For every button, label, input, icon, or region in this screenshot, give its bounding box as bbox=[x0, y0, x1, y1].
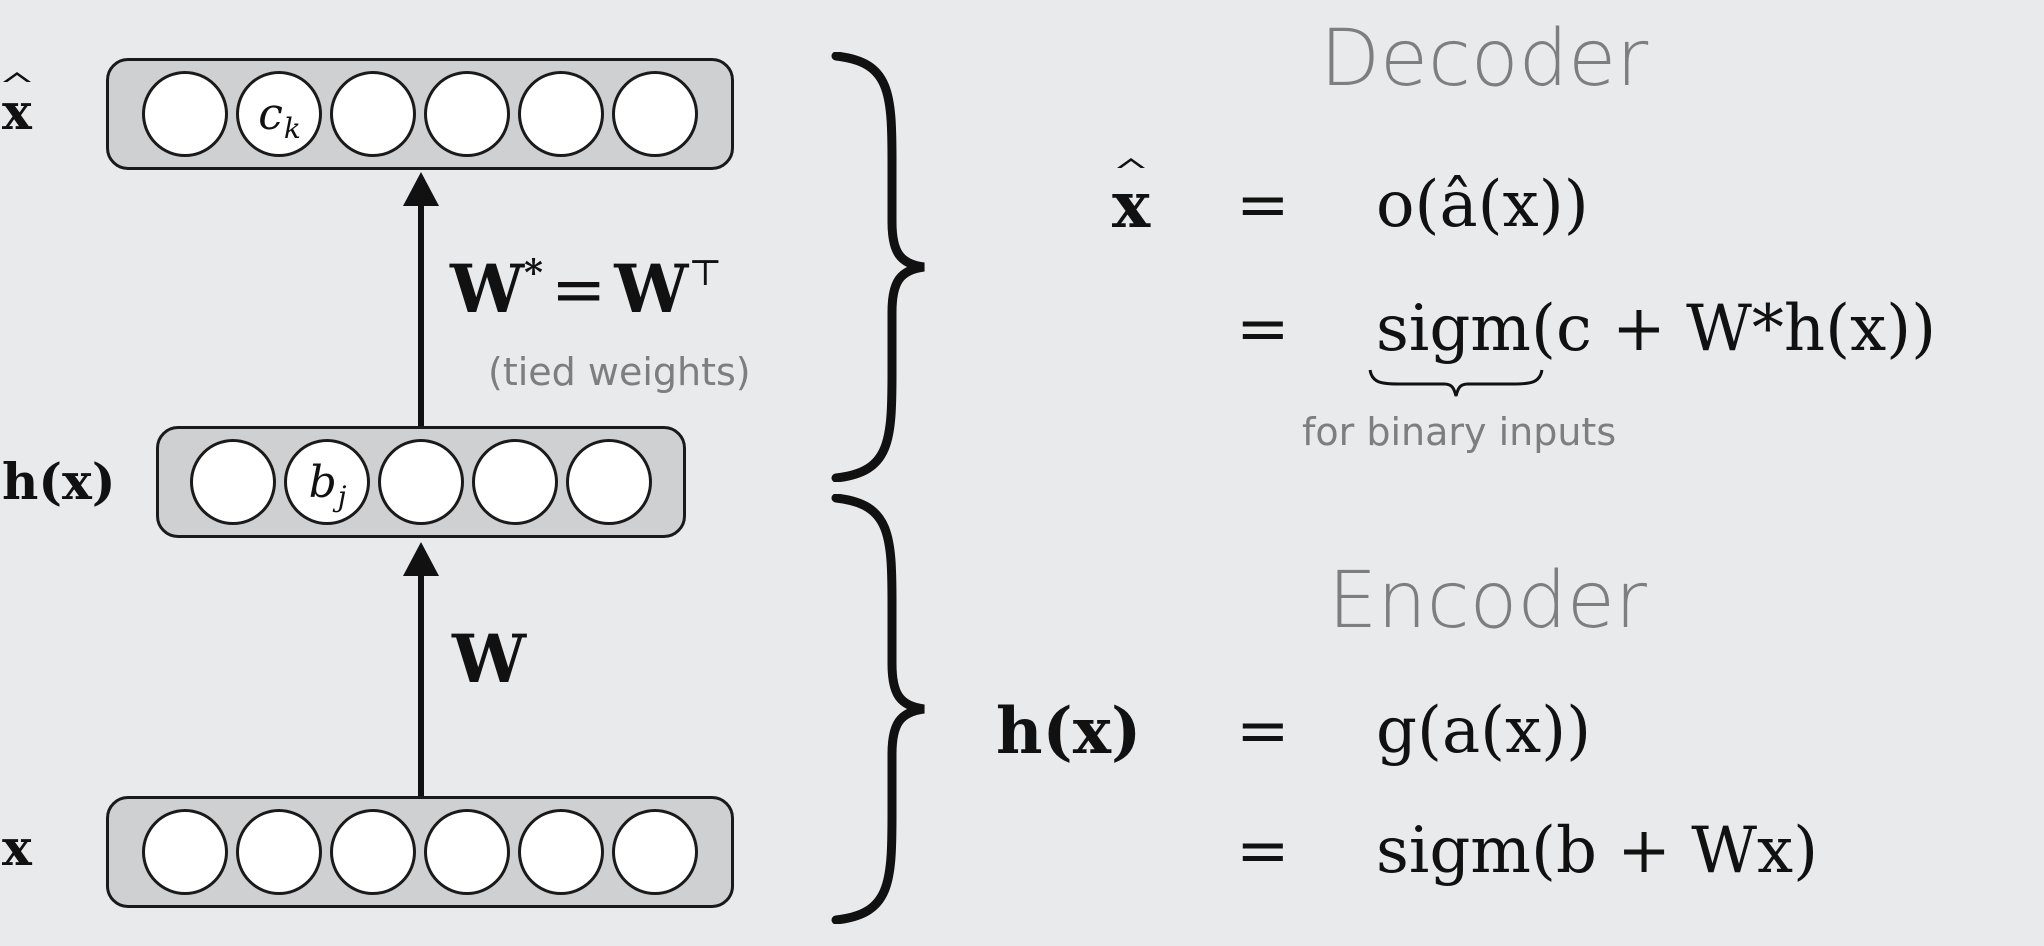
decoder-eq2-args: (c + W*h(x)) bbox=[1530, 292, 1937, 366]
bj-symbol: b bbox=[308, 456, 337, 508]
input-unit bbox=[330, 809, 416, 895]
sigm-underbrace bbox=[1368, 369, 1544, 397]
binary-inputs-note: for binary inputs bbox=[1302, 410, 1617, 454]
hidden-unit bbox=[566, 439, 652, 525]
decoder-title: Decoder bbox=[1320, 14, 1649, 104]
input-unit bbox=[518, 809, 604, 895]
ck-symbol: c bbox=[258, 88, 283, 140]
hidden-unit bbox=[378, 439, 464, 525]
hidden-unit bbox=[472, 439, 558, 525]
decoder-eq2-rhs: sigm(c + W*h(x)) bbox=[1376, 292, 1936, 366]
hidden-layer: bj bbox=[156, 426, 686, 538]
output-layer-label: x bbox=[2, 82, 32, 141]
output-unit bbox=[330, 71, 416, 157]
input-unit bbox=[142, 809, 228, 895]
hidden-layer-label: h(x) bbox=[2, 452, 116, 511]
decoder-eq1-rhs: o(â(x)) bbox=[1376, 168, 1589, 242]
decoder-arrow-head bbox=[403, 172, 439, 206]
decoder-weight-label: W* = W⊤ bbox=[450, 250, 723, 328]
output-unit bbox=[142, 71, 228, 157]
hidden-unit bbox=[190, 439, 276, 525]
encoder-arrow-head bbox=[403, 542, 439, 576]
output-layer: ck bbox=[106, 58, 734, 170]
encoder-weight-label: W bbox=[452, 620, 527, 698]
decoder-eq1-lhs: x bbox=[1112, 168, 1151, 243]
output-unit bbox=[424, 71, 510, 157]
input-unit bbox=[612, 809, 698, 895]
bj-subscript: j bbox=[337, 479, 347, 513]
encoder-eq1-equals: = bbox=[1236, 694, 1290, 768]
encoder-eq2-rhs: sigm(b + Wx) bbox=[1376, 814, 1819, 888]
output-unit bbox=[518, 71, 604, 157]
input-unit bbox=[236, 809, 322, 895]
decoder-eq1-equals: = bbox=[1236, 168, 1290, 242]
decoder-brace bbox=[831, 52, 925, 482]
encoder-eq1-lhs: h(x) bbox=[996, 694, 1142, 769]
encoder-brace bbox=[831, 494, 925, 924]
sigm-func: sigm bbox=[1376, 292, 1531, 366]
input-unit bbox=[424, 809, 510, 895]
tied-weights-note: (tied weights) bbox=[488, 350, 751, 394]
input-layer bbox=[106, 796, 734, 908]
ck-subscript: k bbox=[283, 111, 301, 145]
input-layer-label: x bbox=[2, 818, 32, 877]
encoder-arrow-shaft bbox=[418, 570, 424, 796]
encoder-eq1-rhs: g(a(x)) bbox=[1376, 694, 1592, 768]
output-unit bbox=[612, 71, 698, 157]
encoder-title: Encoder bbox=[1328, 556, 1647, 646]
hidden-unit-bj: bj bbox=[284, 439, 370, 525]
decoder-eq2-equals: = bbox=[1236, 292, 1290, 366]
output-unit-ck: ck bbox=[236, 71, 322, 157]
encoder-eq2-equals: = bbox=[1236, 814, 1290, 888]
decoder-arrow-shaft bbox=[418, 200, 424, 426]
